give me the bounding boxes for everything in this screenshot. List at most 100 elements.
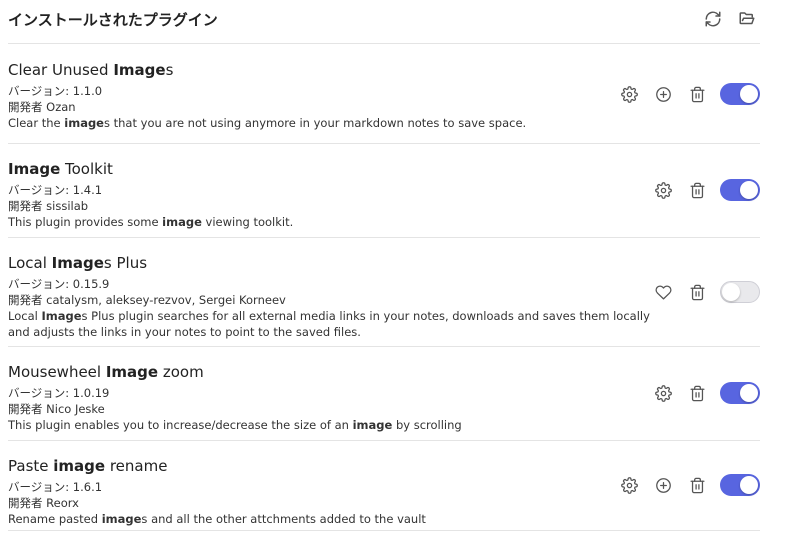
plus-circle-icon bbox=[655, 86, 671, 102]
plugin-description: This plugin provides some image viewing … bbox=[8, 214, 638, 230]
text-segment: s and all the other attchments added to … bbox=[141, 512, 426, 526]
text-segment: and adjusts the links in your notes to p… bbox=[8, 325, 361, 339]
text-segment: Local bbox=[8, 309, 42, 323]
plugin-name: Local Images Plus bbox=[8, 254, 147, 272]
highlighted-text: Image bbox=[41, 309, 82, 323]
gear-icon bbox=[620, 476, 638, 494]
heart-icon bbox=[654, 284, 672, 300]
plugin-name: Paste image rename bbox=[8, 457, 167, 475]
donate-button[interactable] bbox=[652, 281, 674, 303]
description-line: Clear the images that you are not using … bbox=[8, 115, 638, 131]
uninstall-button[interactable] bbox=[686, 382, 708, 404]
text-segment: rename bbox=[105, 457, 168, 475]
plugin-controls bbox=[652, 281, 760, 303]
enable-toggle[interactable] bbox=[720, 83, 760, 105]
reload-button[interactable] bbox=[702, 9, 724, 29]
toggle-knob bbox=[740, 384, 758, 402]
plugin-item: Clear Unused Images バージョン: 1.1.0 開発者 Ozan C… bbox=[8, 44, 760, 144]
reload-icon bbox=[705, 11, 721, 27]
text-segment: Local bbox=[8, 254, 52, 272]
uninstall-button[interactable] bbox=[686, 474, 708, 496]
plugin-description: Clear the images that you are not using … bbox=[8, 115, 638, 131]
enable-toggle[interactable] bbox=[720, 474, 760, 496]
gear-icon bbox=[654, 181, 672, 199]
text-segment: Rename pasted bbox=[8, 512, 102, 526]
enable-toggle[interactable] bbox=[720, 281, 760, 303]
uninstall-button[interactable] bbox=[686, 281, 708, 303]
trash-icon bbox=[689, 182, 705, 198]
plugin-version: バージョン: 1.6.1 bbox=[8, 480, 103, 494]
settings-button[interactable] bbox=[618, 474, 640, 496]
text-segment: s Plus bbox=[103, 254, 148, 272]
text-segment: s Plus plugin searches for all external … bbox=[81, 309, 650, 323]
plugin-name: Mousewheel Image zoom bbox=[8, 363, 204, 381]
plugin-item: Mousewheel Image zoom バージョン: 1.0.19 開発者 Ni… bbox=[8, 346, 760, 441]
description-line: Local Images Plus plugin searches for al… bbox=[8, 308, 650, 324]
trash-icon bbox=[689, 385, 705, 401]
add-hotkey-button[interactable] bbox=[652, 474, 674, 496]
text-segment: zoom bbox=[158, 363, 204, 381]
text-segment: Paste bbox=[8, 457, 54, 475]
enable-toggle[interactable] bbox=[720, 179, 760, 201]
plugin-name: Image Toolkit bbox=[8, 160, 113, 178]
plugin-description: Rename pasted images and all the other a… bbox=[8, 511, 638, 527]
plugin-item: Local Images Plus バージョン: 0.15.9 開発者 cataly… bbox=[8, 237, 760, 347]
settings-button[interactable] bbox=[652, 179, 674, 201]
plugin-description: Local Images Plus plugin searches for al… bbox=[8, 308, 650, 340]
plugin-author: 開発者 Ozan bbox=[8, 100, 76, 114]
trash-icon bbox=[689, 477, 705, 493]
plugin-author: 開発者 Reorx bbox=[8, 496, 79, 510]
highlighted-text: image bbox=[101, 512, 142, 526]
plugin-version: バージョン: 1.1.0 bbox=[8, 84, 103, 98]
text-segment: s bbox=[165, 61, 174, 79]
uninstall-button[interactable] bbox=[686, 83, 708, 105]
highlighted-text: image bbox=[352, 418, 393, 432]
text-segment: viewing toolkit. bbox=[201, 215, 294, 229]
trash-icon bbox=[689, 284, 705, 300]
open-folder-button[interactable] bbox=[736, 9, 758, 29]
plugin-item: Image Toolkit バージョン: 1.4.1 開発者 sissilab Thi… bbox=[8, 143, 760, 238]
highlighted-text: Image bbox=[113, 61, 166, 79]
plugin-version: バージョン: 0.15.9 bbox=[8, 277, 110, 291]
plugin-author: 開発者 Nico Jeske bbox=[8, 402, 105, 416]
header-actions bbox=[702, 9, 758, 29]
text-segment: This plugin enables you to increase/decr… bbox=[8, 418, 353, 432]
plugin-controls bbox=[652, 179, 760, 201]
plugin-description: This plugin enables you to increase/decr… bbox=[8, 417, 638, 433]
plugin-controls bbox=[652, 382, 760, 404]
settings-button[interactable] bbox=[652, 382, 674, 404]
add-hotkey-button[interactable] bbox=[652, 83, 674, 105]
highlighted-text: image bbox=[162, 215, 202, 229]
text-segment: by scrolling bbox=[392, 418, 462, 432]
uninstall-button[interactable] bbox=[686, 179, 708, 201]
plugin-controls bbox=[618, 83, 760, 105]
text-segment: s that you are not using anymore in your… bbox=[103, 116, 527, 130]
description-line: and adjusts the links in your notes to p… bbox=[8, 324, 638, 340]
plugin-author: 開発者 catalysm, aleksey-rezvov, Sergei Kor… bbox=[8, 293, 286, 307]
plugin-author: 開発者 sissilab bbox=[8, 199, 89, 213]
plugin-version: バージョン: 1.4.1 bbox=[8, 183, 103, 197]
highlighted-text: Image bbox=[51, 254, 104, 272]
text-segment: Clear the bbox=[8, 116, 65, 130]
settings-button[interactable] bbox=[618, 83, 640, 105]
text-segment: Mousewheel bbox=[8, 363, 106, 381]
highlighted-text: image bbox=[53, 457, 106, 475]
text-segment: Clear Unused bbox=[8, 61, 114, 79]
highlighted-text: Image bbox=[105, 363, 159, 381]
toggle-knob bbox=[722, 283, 740, 301]
plugin-controls bbox=[618, 474, 760, 496]
enable-toggle[interactable] bbox=[720, 382, 760, 404]
plugin-version: バージョン: 1.0.19 bbox=[8, 386, 110, 400]
description-line: This plugin enables you to increase/decr… bbox=[8, 417, 638, 433]
plugin-item: Paste image rename バージョン: 1.6.1 開発者 Reorx R… bbox=[8, 440, 760, 531]
highlighted-text: Image bbox=[8, 160, 61, 178]
plus-circle-icon bbox=[655, 477, 671, 493]
plugin-name: Clear Unused Images bbox=[8, 61, 173, 79]
description-line: This plugin provides some image viewing … bbox=[8, 214, 638, 230]
trash-icon bbox=[689, 86, 705, 102]
toggle-knob bbox=[740, 476, 758, 494]
text-segment: Toolkit bbox=[60, 160, 113, 178]
highlighted-text: image bbox=[64, 116, 104, 130]
description-line: Rename pasted images and all the other a… bbox=[8, 511, 638, 527]
toggle-knob bbox=[740, 181, 758, 199]
